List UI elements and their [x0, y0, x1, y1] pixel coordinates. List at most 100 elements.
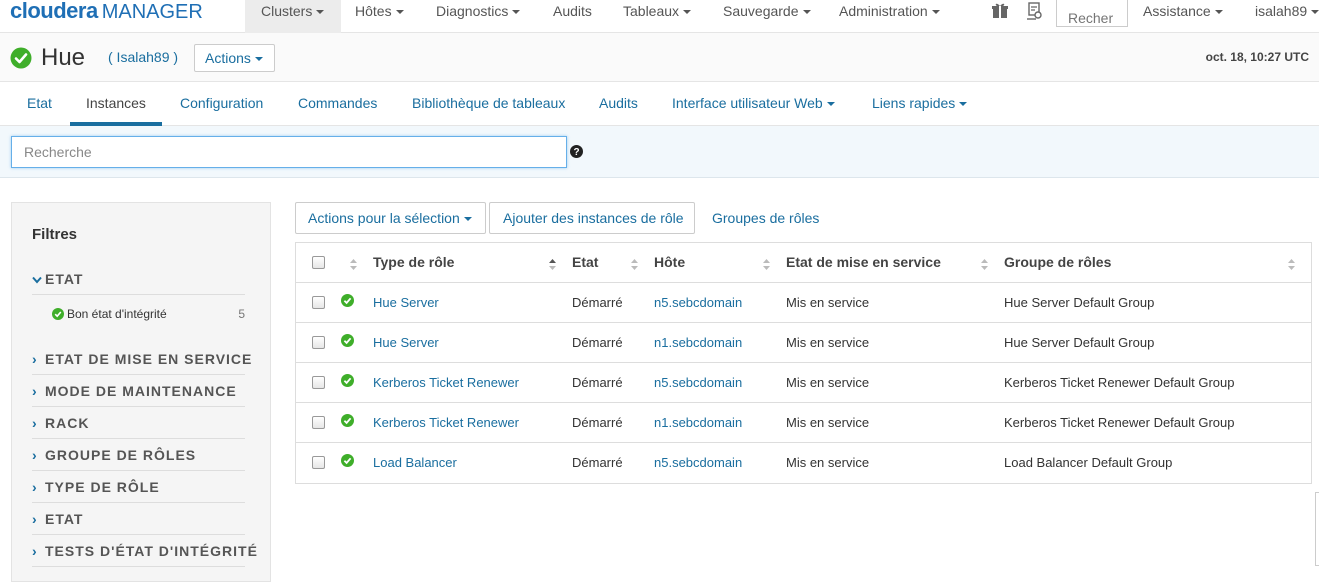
table-row[interactable]: Hue Server Démarré n1.sebcdomain Mis en ser… [296, 323, 1311, 363]
nav-audits[interactable]: Audits [553, 0, 592, 33]
table-row[interactable]: Kerberos Ticket Renewer Démarré n5.sebcdom… [296, 363, 1311, 403]
chevron-down-icon [931, 10, 940, 15]
role-group: Kerberos Ticket Renewer Default Group [1004, 415, 1235, 430]
tab-status[interactable]: Etat [27, 95, 52, 111]
timestamp: oct. 18, 10:27 UTC [1205, 50, 1309, 64]
chevron-down-icon [316, 10, 325, 15]
chevron-down-icon [802, 10, 811, 15]
host-link[interactable]: n1.sebcdomain [654, 335, 742, 350]
sort-icon[interactable] [981, 257, 988, 273]
service-actions-button[interactable]: Actions [194, 44, 275, 72]
role-link[interactable]: Kerberos Ticket Renewer [373, 375, 519, 390]
search-input[interactable] [11, 136, 567, 168]
global-search-input[interactable] [1056, 0, 1128, 27]
role-state: Démarré [572, 295, 623, 310]
role-link[interactable]: Hue Server [373, 335, 439, 350]
facet-state[interactable]: › ETAT [32, 503, 245, 535]
good-health-icon [341, 374, 354, 390]
search-bar-area: ? [0, 126, 1319, 178]
tab-chart-library[interactable]: Bibliothèque de tableaux [412, 95, 565, 111]
tab-web-ui-label: Interface utilisateur Web [672, 95, 823, 111]
role-link[interactable]: Hue Server [373, 295, 439, 310]
facet-option-good-health[interactable]: Bon état d'intégrité 5 [52, 307, 245, 321]
row-checkbox[interactable] [312, 376, 325, 389]
host-link[interactable]: n5.sebcdomain [654, 295, 742, 310]
host-link[interactable]: n5.sebcdomain [654, 375, 742, 390]
nav-administration-label: Administration [839, 3, 928, 19]
sort-icon[interactable] [350, 257, 357, 273]
role-link[interactable]: Kerberos Ticket Renewer [373, 415, 519, 430]
facet-option-label: Bon état d'intégrité [67, 307, 167, 321]
scrollbar[interactable] [1315, 492, 1319, 566]
facet-label: MODE DE MAINTENANCE [45, 383, 237, 399]
good-health-icon [341, 294, 354, 310]
nav-administration[interactable]: Administration [839, 0, 940, 33]
sort-icon[interactable] [1288, 257, 1295, 273]
facet-maintenance-mode[interactable]: › MODE DE MAINTENANCE [32, 375, 245, 407]
nav-dashboards[interactable]: Tableaux [623, 0, 692, 33]
column-commission-state[interactable]: Etat de mise en service [786, 254, 941, 270]
table-body: Hue Server Démarré n5.sebcdomain Mis en ser… [296, 283, 1311, 483]
nav-hosts-label: Hôtes [355, 3, 392, 19]
row-checkbox[interactable] [312, 296, 325, 309]
role-state: Démarré [572, 335, 623, 350]
brand-product: MANAGER [101, 1, 203, 23]
host-link[interactable]: n1.sebcdomain [654, 415, 742, 430]
role-state: Démarré [572, 415, 623, 430]
nav-clusters[interactable]: Clusters [245, 0, 341, 33]
chevron-down-icon [395, 10, 404, 15]
column-role-group[interactable]: Groupe de rôles [1004, 254, 1111, 270]
chevron-right-icon: › [32, 511, 38, 527]
parcels-icon[interactable] [1026, 2, 1044, 23]
table-row[interactable]: Hue Server Démarré n5.sebcdomain Mis en ser… [296, 283, 1311, 323]
row-checkbox[interactable] [312, 456, 325, 469]
role-group: Hue Server Default Group [1004, 335, 1155, 350]
good-health-icon [341, 454, 354, 470]
nav-clusters-label: Clusters [261, 3, 313, 19]
tab-configuration[interactable]: Configuration [180, 95, 263, 111]
commission-state: Mis en service [786, 295, 870, 310]
help-icon[interactable]: ? [570, 145, 583, 161]
table-row[interactable]: Load Balancer Démarré n5.sebcdomain Mis en … [296, 443, 1311, 483]
facet-role-group[interactable]: › GROUPE DE RÔLES [32, 439, 245, 471]
table-row[interactable]: Kerberos Ticket Renewer Démarré n1.sebcdom… [296, 403, 1311, 443]
add-role-instances-button[interactable]: Ajouter des instances de rôle [489, 202, 695, 234]
sort-icon[interactable] [631, 257, 638, 273]
facet-role-type[interactable]: › TYPE DE RÔLE [32, 471, 245, 503]
nav-assistance[interactable]: Assistance [1143, 0, 1223, 33]
row-checkbox[interactable] [312, 416, 325, 429]
nav-diagnostics-label: Diagnostics [436, 3, 509, 19]
nav-backup[interactable]: Sauvegarde [723, 0, 811, 33]
tab-instances[interactable]: Instances [86, 95, 146, 111]
nav-diagnostics[interactable]: Diagnostics [436, 0, 521, 33]
facet-label: RACK [45, 415, 90, 431]
facet-health-label: ETAT [45, 271, 84, 287]
facet-commission-state[interactable]: › ETAT DE MISE EN SERVICE [32, 343, 251, 375]
gift-icon[interactable] [991, 2, 1009, 23]
chevron-down-icon [683, 10, 692, 15]
service-header: Hue ( Isalah89 ) Actions oct. 18, 10:27 … [0, 33, 1319, 82]
sort-icon[interactable] [763, 257, 770, 273]
facet-health-tests[interactable]: › TESTS D'ÉTAT D'INTÉGRITÉ [32, 535, 257, 567]
column-role-type[interactable]: Type de rôle [373, 254, 454, 270]
role-link[interactable]: Load Balancer [373, 455, 457, 470]
tab-commands[interactable]: Commandes [298, 95, 377, 111]
tab-audits[interactable]: Audits [599, 95, 638, 111]
facet-health[interactable]: ETAT [32, 263, 245, 295]
cluster-link[interactable]: ( Isalah89 ) [108, 49, 178, 65]
select-all-checkbox[interactable] [312, 256, 325, 269]
role-groups-link[interactable]: Groupes de rôles [712, 210, 819, 226]
cloudera-manager-logo[interactable]: cloudera MANAGER [10, 0, 203, 26]
selection-actions-button[interactable]: Actions pour la sélection [295, 202, 486, 234]
nav-user-menu[interactable]: isalah89 [1255, 0, 1319, 33]
nav-hosts[interactable]: Hôtes [355, 0, 404, 33]
chevron-down-icon [463, 217, 472, 222]
tab-quick-links[interactable]: Liens rapides [872, 95, 968, 111]
column-state[interactable]: Etat [572, 254, 598, 270]
sort-ascending-icon[interactable] [549, 257, 556, 273]
tab-web-ui[interactable]: Interface utilisateur Web [672, 95, 835, 111]
host-link[interactable]: n5.sebcdomain [654, 455, 742, 470]
column-host[interactable]: Hôte [654, 254, 685, 270]
row-checkbox[interactable] [312, 336, 325, 349]
facet-rack[interactable]: › RACK [32, 407, 245, 439]
